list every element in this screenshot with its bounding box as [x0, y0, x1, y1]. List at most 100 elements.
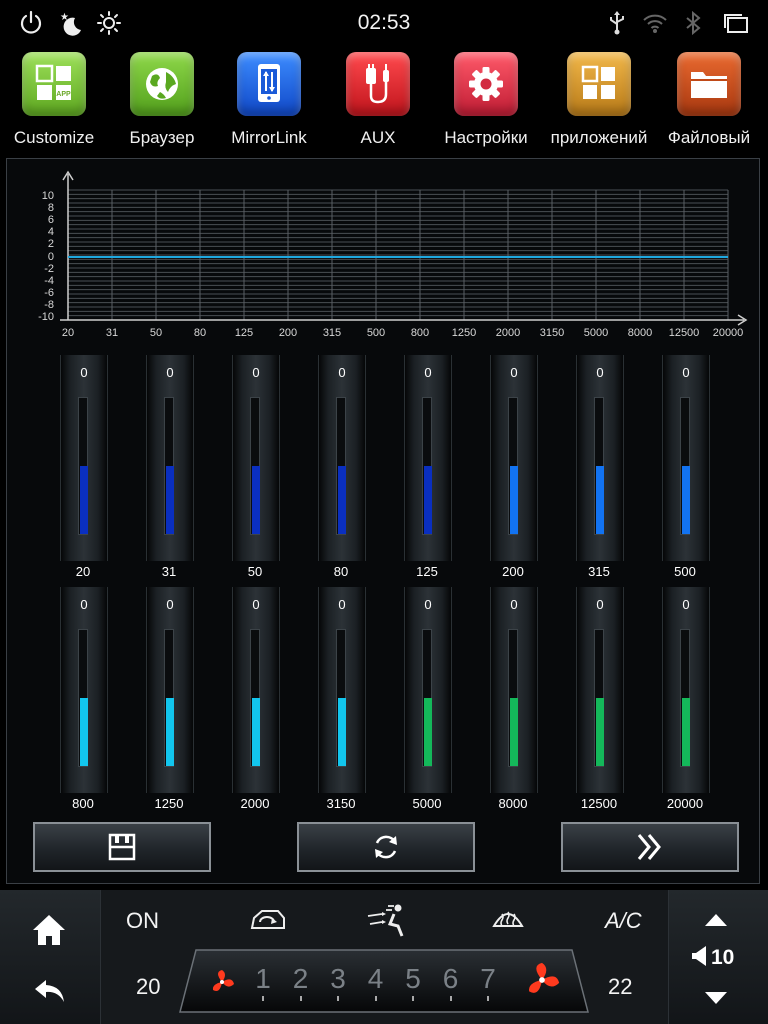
airflow-mode-icon[interactable] [364, 902, 410, 943]
x-tick-label: 12500 [668, 327, 700, 339]
band-slider-fill [166, 466, 174, 534]
fan-level[interactable]: 4 [358, 963, 394, 995]
band-frequency-label: 20 [75, 564, 91, 579]
band-gain-value: 0 [424, 365, 432, 380]
app-customize[interactable]: APP Customize [0, 48, 108, 152]
x-tick-label: 20000 [712, 327, 744, 339]
band-gain-value: 0 [510, 365, 518, 380]
eq-band-slider[interactable]: 0 [404, 355, 452, 561]
fan-level-tick [299, 996, 302, 1001]
band-frequency-label: 315 [588, 564, 610, 579]
back-icon[interactable] [32, 975, 68, 1010]
refresh-icon [375, 835, 397, 859]
band-slider-track[interactable] [250, 397, 260, 535]
band-slider-fill [252, 466, 260, 534]
ac-toggle[interactable]: A/C [605, 908, 642, 934]
y-tick-label: 10 [41, 190, 54, 202]
app-applications[interactable]: приложений [545, 48, 653, 152]
y-tick-label: 2 [47, 238, 54, 251]
band-slider-track[interactable] [508, 397, 518, 535]
fan-level-tick [449, 996, 452, 1001]
equalizer-panel [6, 158, 760, 884]
fan-level-tick [374, 996, 377, 1001]
band-frequency-label: 8000 [498, 796, 528, 811]
app-settings[interactable]: Настройки [432, 48, 540, 152]
band-slider-track[interactable] [594, 397, 604, 535]
band-slider-fill [338, 466, 346, 534]
band-slider-fill [510, 466, 518, 534]
eq-band-slider[interactable]: 0 [576, 587, 624, 793]
eq-band-slider[interactable]: 0 [662, 355, 710, 561]
left-temperature[interactable]: 20 [136, 974, 160, 1000]
apps-grid-icon [567, 52, 631, 116]
eq-band-slider[interactable]: 0 [318, 355, 366, 561]
band-slider-track[interactable] [680, 629, 690, 767]
band-frequency-label: 800 [72, 796, 94, 811]
band-slider-track[interactable] [164, 629, 174, 767]
save-button[interactable] [33, 822, 211, 872]
app-mirrorlink[interactable]: MirrorLink [215, 48, 323, 152]
fan-low-icon [208, 968, 236, 1001]
eq-band-slider[interactable]: 0 [576, 355, 624, 561]
app-file-manager[interactable]: Файловый [655, 48, 763, 152]
eq-band-slider[interactable]: 0 [146, 355, 194, 561]
y-tick-label: 6 [47, 214, 54, 227]
band-frequency-label: 50 [247, 564, 263, 579]
app-label: AUX [360, 128, 396, 147]
eq-band-slider[interactable]: 0 [662, 587, 710, 793]
band-slider-track[interactable] [680, 397, 690, 535]
eq-band-slider[interactable]: 0 [60, 587, 108, 793]
fan-level[interactable]: 6 [433, 963, 469, 995]
x-tick-label: 2000 [495, 327, 521, 339]
climate-power-toggle[interactable]: ON [126, 908, 159, 934]
eq-band-slider[interactable]: 0 [404, 587, 452, 793]
volume-down-icon[interactable] [704, 990, 728, 1011]
eq-band-slider[interactable]: 0 [318, 587, 366, 793]
band-frequency-label: 12500 [580, 796, 618, 811]
band-slider-track[interactable] [336, 629, 346, 767]
x-tick-label: 315 [322, 327, 342, 339]
band-slider-track[interactable] [78, 629, 88, 767]
next-button[interactable] [561, 822, 739, 872]
fan-level[interactable]: 7 [470, 963, 506, 995]
save-icon [108, 833, 136, 861]
band-slider-track[interactable] [508, 629, 518, 767]
eq-band-slider[interactable]: 0 [60, 355, 108, 561]
band-slider-track[interactable] [594, 629, 604, 767]
eq-band-slider[interactable]: 0 [146, 587, 194, 793]
fan-level[interactable]: 3 [320, 963, 356, 995]
right-temperature[interactable]: 22 [608, 974, 632, 1000]
app-aux[interactable]: AUX [324, 48, 432, 152]
volume-up-icon[interactable] [704, 912, 728, 933]
band-slider-fill [682, 698, 690, 766]
recent-apps-icon[interactable] [722, 10, 748, 36]
band-frequency-label: 80 [333, 564, 349, 579]
band-slider-fill [682, 466, 690, 534]
reset-button[interactable] [297, 822, 475, 872]
y-tick-label: 8 [47, 202, 54, 215]
fan-level[interactable]: 2 [283, 963, 319, 995]
customize-icon: APP [22, 52, 86, 116]
eq-band-slider[interactable]: 0 [490, 355, 538, 561]
fan-level[interactable]: 5 [395, 963, 431, 995]
rear-defrost-icon[interactable] [490, 906, 526, 939]
recirculation-icon[interactable] [248, 906, 288, 939]
band-slider-track[interactable] [336, 397, 346, 535]
band-slider-track[interactable] [250, 629, 260, 767]
band-slider-track[interactable] [422, 629, 432, 767]
x-tick-label: 125 [234, 327, 254, 339]
y-tick-label: 4 [47, 226, 54, 239]
band-slider-track[interactable] [78, 397, 88, 535]
eq-band-slider[interactable]: 0 [232, 587, 280, 793]
band-gain-value: 0 [424, 597, 432, 612]
fan-level-tick [262, 996, 264, 1001]
eq-band-slider[interactable]: 0 [232, 355, 280, 561]
aux-cable-icon [346, 52, 410, 116]
home-icon[interactable] [30, 912, 68, 953]
eq-band-slider[interactable]: 0 [490, 587, 538, 793]
band-slider-track[interactable] [164, 397, 174, 535]
app-browser[interactable]: Браузер [108, 48, 216, 152]
band-slider-fill [424, 466, 432, 534]
band-slider-track[interactable] [422, 397, 432, 535]
fan-level[interactable]: 1 [245, 963, 281, 995]
